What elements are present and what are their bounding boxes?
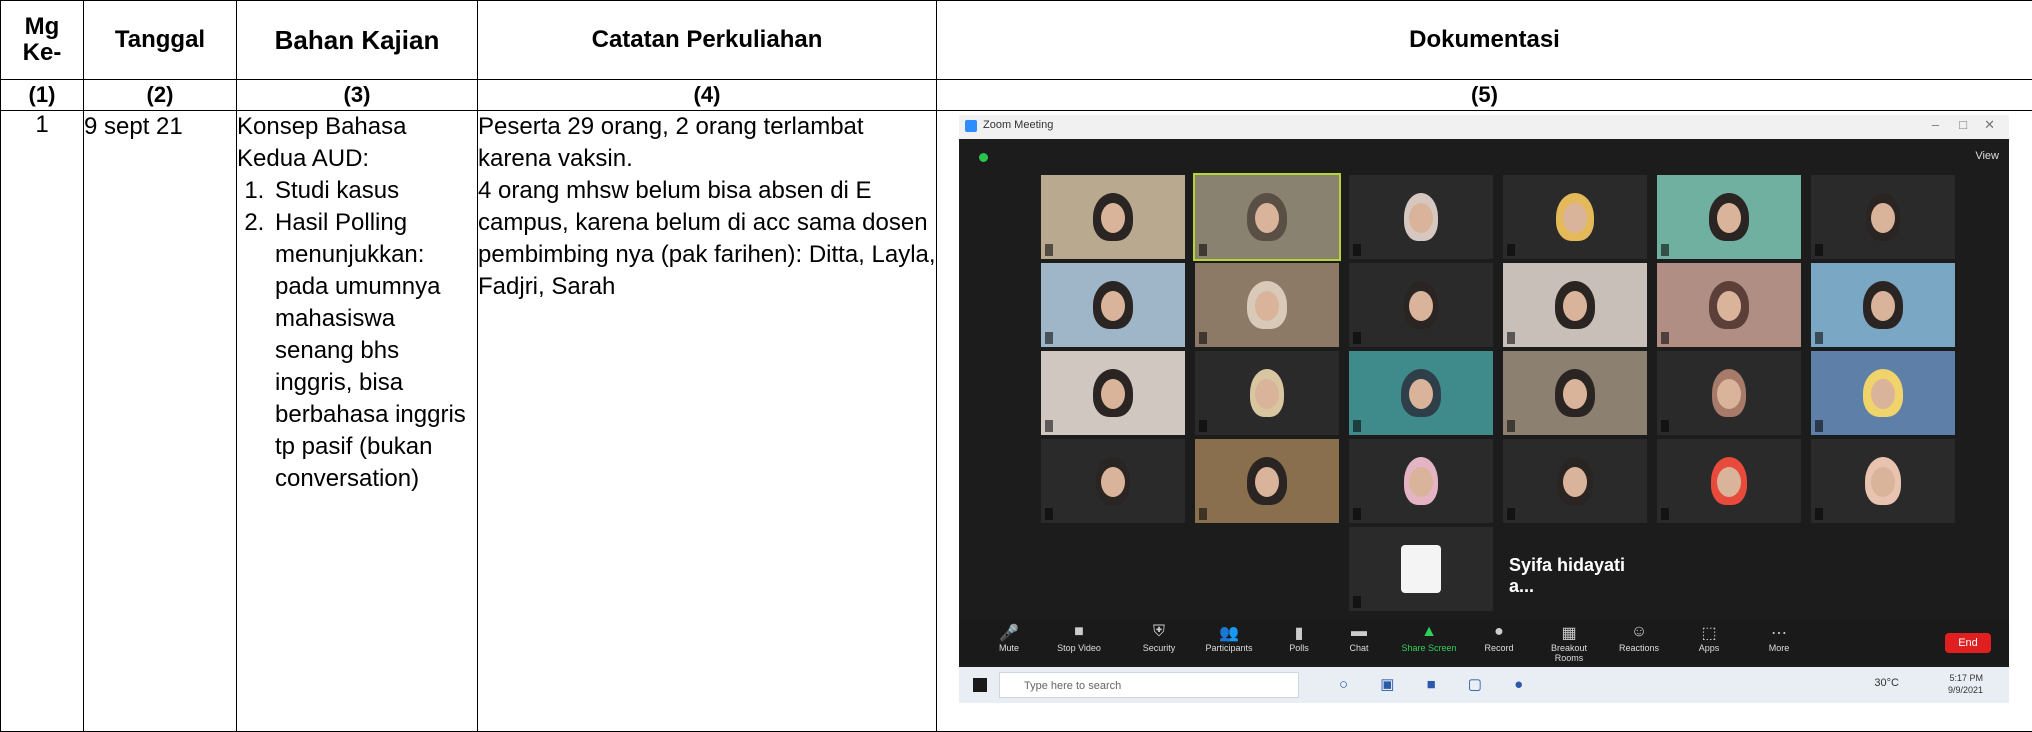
participant-tile (1503, 439, 1647, 523)
participant-tile (1041, 263, 1185, 347)
num-4: (4) (478, 80, 937, 111)
meeting-date: 9 sept 21 (84, 111, 237, 732)
participant-tile (1195, 351, 1339, 435)
participant-tile (1041, 439, 1185, 523)
participant-tile (1349, 351, 1493, 435)
list-item: Studi kasus (271, 175, 477, 207)
participant-tile (1349, 527, 1493, 611)
meeting-controls: 🎤Mute ■Stop Video ⛨Security 👥Participant… (959, 619, 2009, 665)
participant-tile (1349, 175, 1493, 259)
num-5: (5) (937, 80, 2032, 111)
topic-cell: Konsep Bahasa Kedua AUD: Studi kasus Has… (237, 111, 478, 732)
stop-video-button[interactable]: ■Stop Video (1049, 623, 1109, 653)
minimize-icon[interactable]: – (1932, 117, 1939, 132)
breakout-rooms-button[interactable]: ▦Breakout Rooms (1539, 623, 1599, 663)
taskbar-app-icons[interactable]: ○ ▣ ■ ▢ ● (1339, 675, 1537, 693)
participant-tile (1657, 351, 1801, 435)
participant-tile (1349, 439, 1493, 523)
participant-tile (1811, 439, 1955, 523)
security-button[interactable]: ⛨Security (1129, 623, 1189, 653)
reactions-button[interactable]: ☺Reactions (1609, 623, 1669, 653)
participant-tile (1195, 175, 1339, 259)
topic-list: Studi kasus Hasil Polling menunjukkan: p… (237, 175, 477, 495)
participants-button[interactable]: 👥Participants (1199, 623, 1259, 653)
maximize-icon[interactable]: □ (1959, 117, 1967, 132)
apps-button[interactable]: ⬚Apps (1679, 623, 1739, 653)
chat-button[interactable]: ▬Chat (1329, 623, 1389, 653)
participant-tile (1195, 439, 1339, 523)
zoom-screenshot: Zoom Meeting – □ ✕ View (959, 115, 2009, 703)
participant-tile (1503, 351, 1647, 435)
speaker-name: Syifa hidayati a... (1509, 555, 1647, 597)
header-documentation: Dokumentasi (937, 1, 2032, 80)
participant-tile (1811, 351, 1955, 435)
header-meeting: MgKe- (1, 1, 84, 80)
header-topic: Bahan Kajian (237, 1, 478, 80)
numbering-row: (1) (2) (3) (4) (5) (1, 80, 2032, 111)
num-2: (2) (84, 80, 237, 111)
weather-indicator: 30°C (1874, 677, 1899, 689)
zoom-icon (965, 120, 977, 132)
taskbar: Type here to search ○ ▣ ■ ▢ ● 30°C 5:17 … (959, 667, 2009, 703)
taskbar-search-input[interactable]: Type here to search (999, 672, 1299, 698)
participant-tile (1041, 351, 1185, 435)
close-icon[interactable]: ✕ (1984, 117, 1995, 133)
meeting-number: 1 (1, 111, 84, 732)
share-screen-button[interactable]: ▲Share Screen (1399, 623, 1459, 653)
header-date: Tanggal (84, 1, 237, 80)
num-1: (1) (1, 80, 84, 111)
windows-start-icon[interactable] (973, 678, 987, 692)
view-button[interactable]: View (1975, 150, 1999, 162)
speaker-tile: Syifa hidayati a... (1503, 527, 1647, 611)
participant-tile (1811, 263, 1955, 347)
num-3: (3) (237, 80, 478, 111)
participant-tile (1811, 175, 1955, 259)
table-row: 1 9 sept 21 Konsep Bahasa Kedua AUD: Stu… (1, 111, 2032, 732)
notes-cell: Peserta 29 orang, 2 orang terlambat kare… (478, 111, 937, 732)
topic-title: Konsep Bahasa Kedua AUD: (237, 111, 477, 175)
participant-tile (1041, 175, 1185, 259)
participant-tile (1503, 175, 1647, 259)
end-button[interactable]: End (1945, 633, 1991, 653)
header-row: MgKe- Tanggal Bahan Kajian Catatan Perku… (1, 1, 2032, 80)
more-button[interactable]: ⋯More (1749, 623, 1809, 653)
participant-tile (1657, 439, 1801, 523)
documentation-cell: Zoom Meeting – □ ✕ View (937, 111, 2032, 732)
polls-button[interactable]: ▮Polls (1269, 623, 1329, 653)
participant-tile (1503, 263, 1647, 347)
window-title: Zoom Meeting (983, 119, 1053, 131)
header-notes: Catatan Perkuliahan (478, 1, 937, 80)
record-button[interactable]: ●Record (1469, 623, 1529, 653)
participant-tile (1195, 263, 1339, 347)
mute-button[interactable]: 🎤Mute (979, 623, 1039, 653)
security-status-icon (979, 153, 988, 162)
taskbar-clock: 5:17 PM9/9/2021 (1948, 672, 1983, 696)
participant-tile (1657, 175, 1801, 259)
lecture-journal-table: MgKe- Tanggal Bahan Kajian Catatan Perku… (0, 0, 2032, 732)
list-item: Hasil Polling menunjukkan: pada umumnya … (271, 207, 477, 495)
participant-tile (1657, 263, 1801, 347)
window-titlebar: Zoom Meeting – □ ✕ (959, 115, 2009, 139)
participant-tile (1349, 263, 1493, 347)
